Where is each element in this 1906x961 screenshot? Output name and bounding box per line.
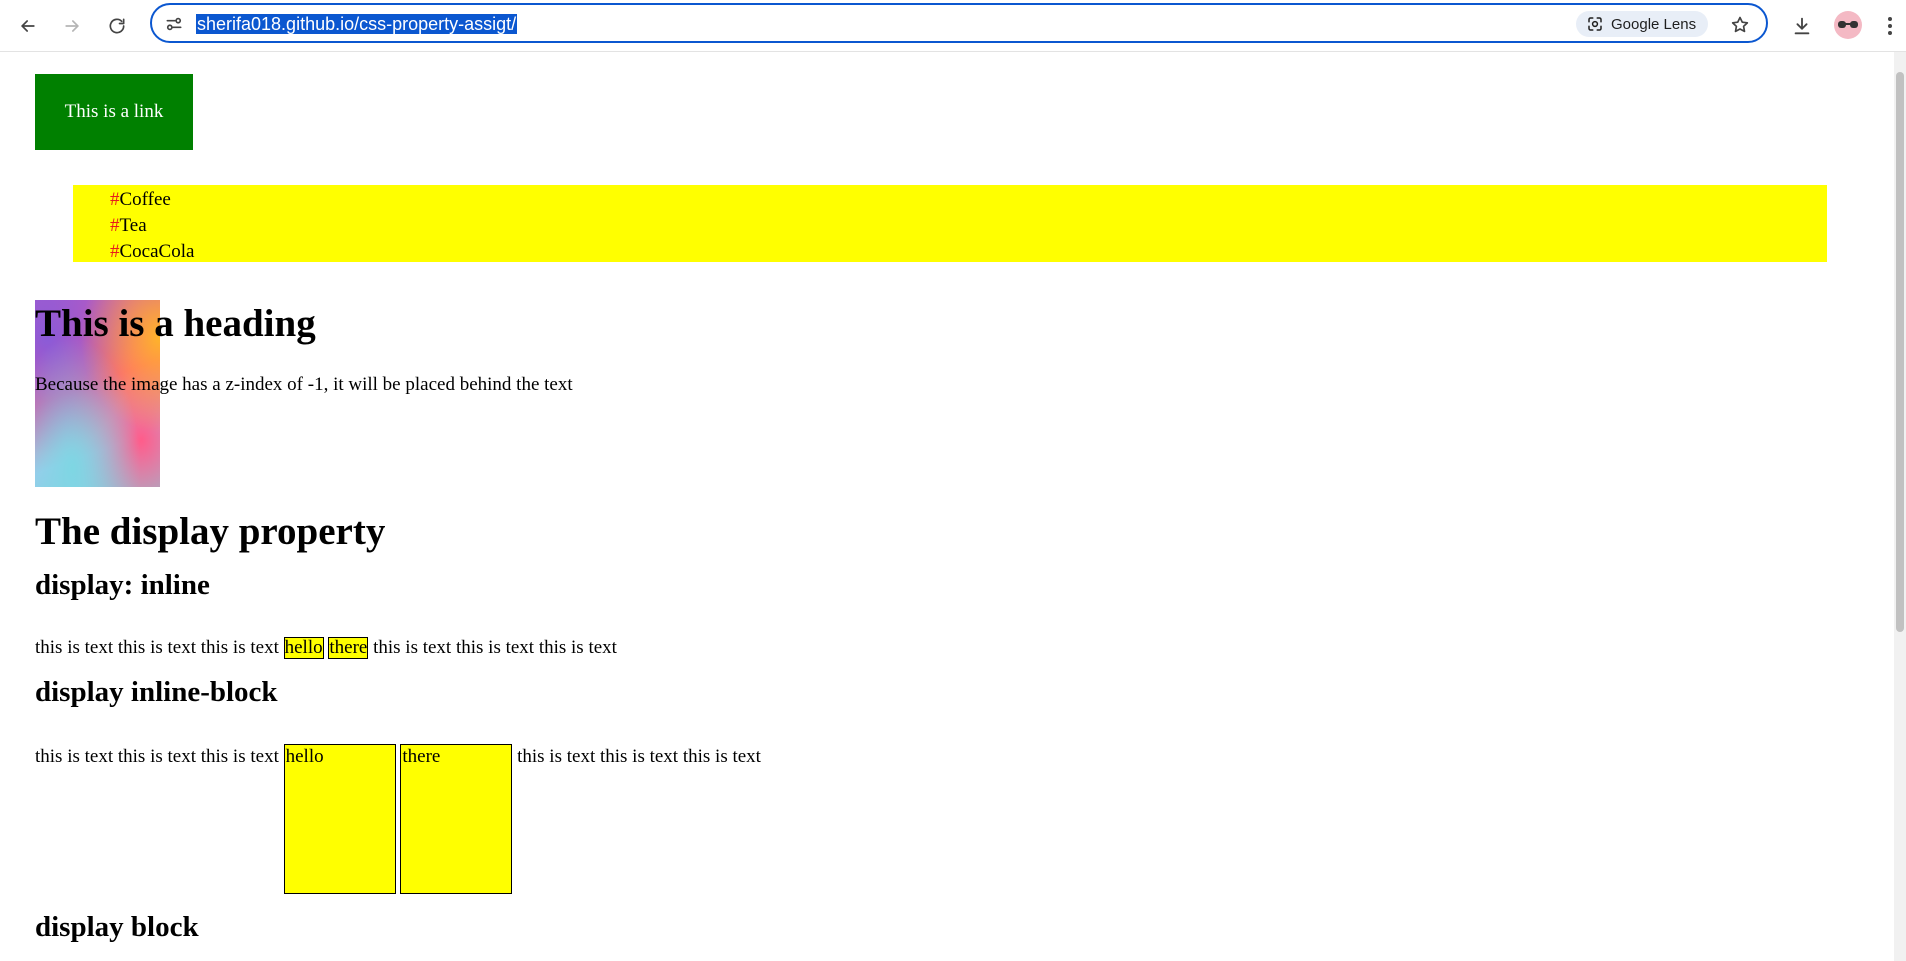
scrollbar-thumb[interactable] [1896,72,1904,632]
back-button[interactable] [12,10,44,42]
list-item: #Coffee [110,187,1827,213]
profile-avatar[interactable] [1834,11,1862,39]
list-item: #CocaCola [110,239,1827,265]
inline-block-box-hello: hello [283,744,396,894]
list-item-label: Coffee [119,189,171,210]
display-inline-heading: display: inline [35,569,210,601]
filler-text: this is text this is text this is text [373,637,617,658]
reload-icon [109,18,125,34]
browser-toolbar: sherifa018.github.io/css-property-assigt… [0,0,1906,52]
google-lens-button[interactable]: Google Lens [1576,11,1709,37]
menu-dot [1888,31,1892,35]
menu-dot [1888,24,1892,28]
url-text[interactable]: sherifa018.github.io/css-property-assigt… [196,14,518,34]
page-viewport: This is a link #Coffee #Tea #CocaCola Th… [0,52,1906,961]
filler-text: this is text this is text this is text [517,746,761,767]
star-icon [1731,16,1749,33]
list-item-label: Tea [119,215,147,236]
filler-text: this is text this is text this is text [35,637,279,658]
bookmark-star-button[interactable] [1726,11,1754,39]
download-icon [1794,17,1810,35]
lens-icon [1588,17,1602,31]
z-index-paragraph: Because the image has a z-index of -1, i… [35,374,573,395]
display-block-heading: display block [35,911,199,943]
display-inline-block-heading: display inline-block [35,676,278,708]
inline-block-paragraph: this is text this is text this is text h… [35,744,761,894]
display-property-heading: The display property [35,510,386,553]
reload-button[interactable] [101,10,133,42]
list-marker: # [110,215,120,236]
site-info-icon[interactable] [163,13,185,35]
inline-box-there: there [328,637,369,659]
arrow-right-icon [65,20,79,32]
downloads-button[interactable] [1786,10,1818,42]
sunglasses-icon [1838,21,1858,28]
filler-text: this is text this is text this is text [35,746,279,767]
list-item: #Tea [110,213,1827,239]
drink-list: #Coffee #Tea #CocaCola [73,185,1827,262]
browser-menu-button[interactable] [1880,10,1900,42]
inline-block-box-there: there [400,744,513,894]
google-lens-label: Google Lens [1611,15,1697,33]
inline-paragraph: this is text this is text this is text h… [35,636,617,660]
menu-dot [1888,17,1892,21]
forward-button[interactable] [56,10,88,42]
list-item-label: CocaCola [119,241,195,262]
list-marker: # [110,241,120,262]
list-marker: # [110,189,120,210]
main-heading: This is a heading [35,302,316,345]
inline-box-hello: hello [283,637,324,659]
green-link[interactable]: This is a link [35,74,193,150]
page-scrollbar[interactable] [1894,52,1906,961]
address-bar[interactable]: sherifa018.github.io/css-property-assigt… [150,3,1768,43]
arrow-left-icon [21,20,35,32]
